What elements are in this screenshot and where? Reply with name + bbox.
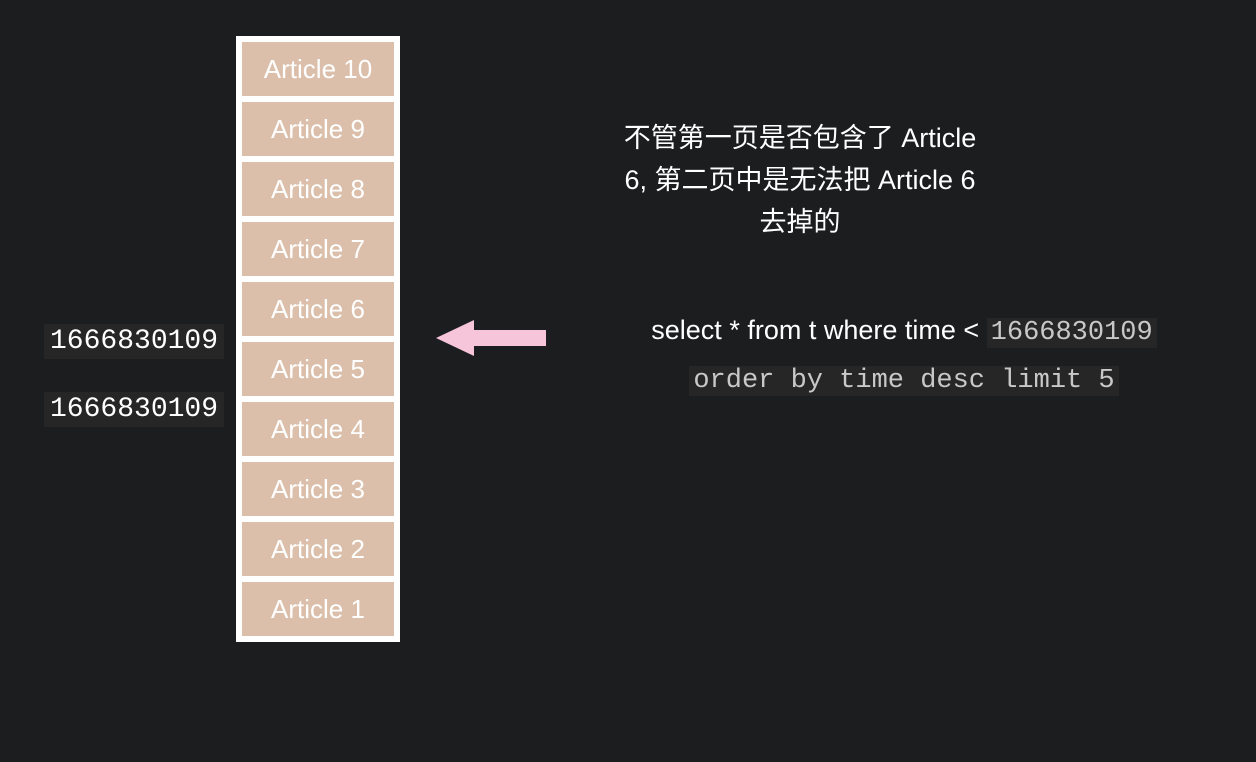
article-item: Article 3: [242, 462, 394, 516]
sql-timestamp: 1666830109: [987, 318, 1157, 348]
article-item: Article 8: [242, 162, 394, 216]
explanation-line: 不管第一页是否包含了 Article: [624, 123, 977, 153]
article-item: Article 10: [242, 42, 394, 96]
article-item: Article 6: [242, 282, 394, 336]
explanation-text: 不管第一页是否包含了 Article 6, 第二页中是无法把 Article 6…: [580, 118, 1020, 244]
article-list: Article 10 Article 9 Article 8 Article 7…: [236, 36, 400, 642]
article-item: Article 4: [242, 402, 394, 456]
article-item: Article 5: [242, 342, 394, 396]
arrow-left-icon: [436, 318, 546, 358]
explanation-line: 去掉的: [760, 207, 841, 237]
sql-suffix: order by time desc limit 5: [689, 366, 1118, 396]
article-item: Article 9: [242, 102, 394, 156]
sql-query-text: select * from t where time < 1666830109 …: [594, 310, 1214, 401]
article-item: Article 7: [242, 222, 394, 276]
article-item: Article 1: [242, 582, 394, 636]
timestamp-label-2: 1666830109: [44, 392, 224, 427]
explanation-line: 6, 第二页中是无法把 Article 6: [624, 165, 975, 195]
timestamp-label-1: 1666830109: [44, 324, 224, 359]
article-item: Article 2: [242, 522, 394, 576]
sql-prefix: select * from t where time <: [651, 315, 979, 345]
